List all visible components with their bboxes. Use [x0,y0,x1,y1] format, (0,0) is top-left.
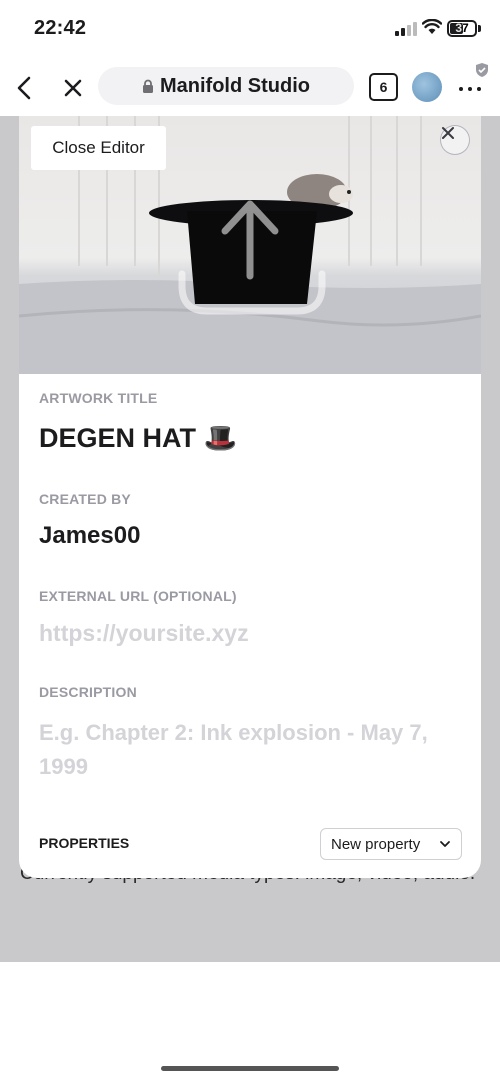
artwork-title-field[interactable]: DEGEN HAT 🎩 [39,422,237,454]
shield-icon [476,63,488,77]
remove-media-button[interactable] [440,125,470,155]
artwork-preview: Close Editor [19,116,481,374]
address-bar[interactable]: Manifold Studio [98,67,354,105]
created-by-field[interactable]: James00 [39,522,140,550]
new-property-select[interactable]: New property [320,828,462,860]
close-icon[interactable] [60,74,86,102]
wifi-icon [422,19,442,34]
battery-cap [478,25,481,32]
battery-icon: 37 [447,20,477,37]
artwork-title-label: ARTWORK TITLE [39,390,158,406]
battery-level: 37 [455,21,469,35]
close-icon [442,127,454,139]
close-editor-button[interactable]: Close Editor [31,126,166,170]
signal-icon [395,22,417,36]
more-icon[interactable] [457,80,483,94]
back-chevron-icon[interactable] [12,74,38,102]
editor-modal: Close Editor ARTWORK TITLE DEGEN HAT 🎩 C… [19,116,481,878]
chevron-down-icon [440,841,450,847]
home-indicator [161,1066,339,1071]
status-bar: 22:42 37 [0,0,500,60]
properties-label: PROPERTIES [39,835,130,851]
description-input[interactable] [39,716,459,788]
avatar[interactable] [412,72,442,102]
external-url-input[interactable] [39,618,459,648]
created-by-label: CREATED BY [39,491,131,507]
description-label: DESCRIPTION [39,684,137,700]
browser-nav: Manifold Studio 6 [0,60,500,116]
site-title: Manifold Studio [160,74,310,97]
new-property-label: New property [331,835,421,853]
tabs-button[interactable]: 6 [369,73,398,101]
status-time: 22:42 [34,17,87,39]
external-url-label: EXTERNAL URL (OPTIONAL) [39,588,237,604]
lock-icon [143,79,153,93]
